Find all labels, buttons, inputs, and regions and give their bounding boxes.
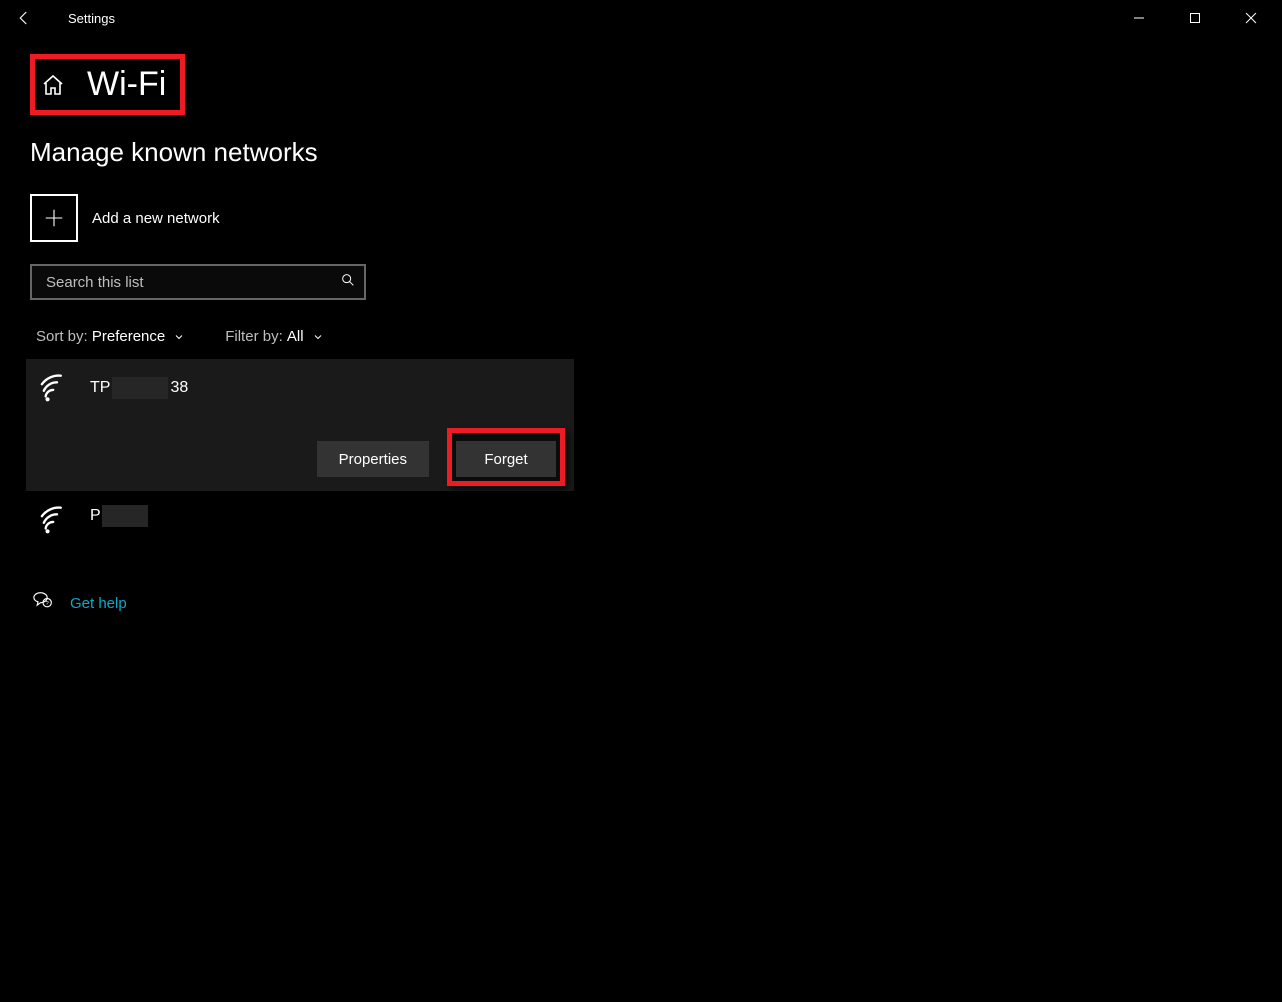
back-button[interactable] xyxy=(12,6,36,30)
wifi-icon xyxy=(40,505,74,535)
plus-icon xyxy=(30,194,78,242)
get-help-link[interactable]: Get help xyxy=(70,595,127,612)
filter-by-control[interactable]: Filter by: All xyxy=(225,328,323,345)
properties-button[interactable]: Properties xyxy=(317,441,429,477)
chevron-down-icon xyxy=(173,331,185,343)
get-help-row: ? Get help xyxy=(30,591,570,615)
minimize-button[interactable] xyxy=(1116,3,1162,33)
sort-by-control[interactable]: Sort by: Preference xyxy=(36,328,185,345)
network-item-selected[interactable]: TP 38 Properties Forget xyxy=(26,359,574,491)
search-input[interactable] xyxy=(44,273,340,292)
titlebar: Settings xyxy=(0,0,1282,36)
window-controls xyxy=(1116,3,1274,33)
filters-row: Sort by: Preference Filter by: All xyxy=(30,328,570,345)
close-button[interactable] xyxy=(1228,3,1274,33)
add-network-button[interactable]: Add a new network xyxy=(30,194,570,242)
content-area: Wi-Fi Manage known networks Add a new ne… xyxy=(0,36,600,615)
page-title: Wi-Fi xyxy=(87,65,166,104)
help-icon: ? xyxy=(32,591,54,615)
add-network-label: Add a new network xyxy=(92,210,220,227)
filter-by-value: All xyxy=(287,328,304,345)
network-list: TP 38 Properties Forget xyxy=(26,359,570,549)
forget-button[interactable]: Forget xyxy=(456,441,556,477)
search-icon xyxy=(340,272,356,292)
section-title: Manage known networks xyxy=(30,137,570,168)
sort-by-label: Sort by: xyxy=(36,328,88,345)
window-title: Settings xyxy=(68,11,115,26)
filter-by-label: Filter by: xyxy=(225,328,283,345)
network-name: TP 38 xyxy=(90,377,188,399)
redacted-text xyxy=(102,505,148,527)
forget-button-highlight: Forget xyxy=(447,428,565,486)
chevron-down-icon xyxy=(312,331,324,343)
sort-by-value: Preference xyxy=(92,328,165,345)
maximize-button[interactable] xyxy=(1172,3,1218,33)
page-hero-highlight: Wi-Fi xyxy=(30,54,185,115)
redacted-text xyxy=(112,377,168,399)
network-actions: Properties Forget xyxy=(317,441,556,477)
search-box[interactable] xyxy=(30,264,366,300)
home-icon[interactable] xyxy=(41,73,65,97)
network-item[interactable]: P xyxy=(26,491,574,549)
network-name: P xyxy=(90,505,148,527)
wifi-icon xyxy=(40,373,74,403)
